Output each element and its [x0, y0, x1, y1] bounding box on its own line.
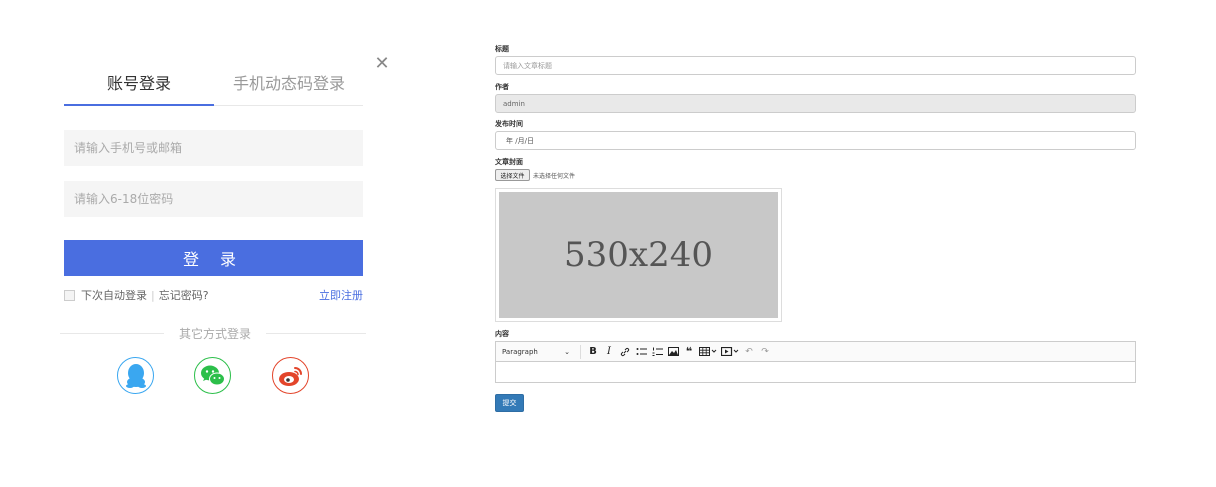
title-input[interactable]: 请输入文章标题: [495, 56, 1136, 75]
divider-left: [60, 333, 164, 334]
file-status: 未选择任何文件: [533, 173, 576, 180]
tab-phone-code-login[interactable]: 手机动态码登录: [214, 70, 364, 94]
title-placeholder: 请输入文章标题: [503, 61, 552, 70]
tab-account-login[interactable]: 账号登录: [64, 70, 214, 94]
qq-login-button[interactable]: [117, 357, 154, 394]
login-button[interactable]: 登 录: [64, 240, 363, 276]
image-icon[interactable]: [665, 344, 681, 360]
other-methods-label: 其它方式登录: [178, 327, 251, 341]
content-label: 内容: [495, 330, 509, 338]
wechat-icon: [200, 365, 225, 385]
submit-button[interactable]: 提交: [495, 394, 524, 412]
author-value: admin: [503, 99, 525, 108]
divider: |: [151, 288, 155, 302]
editor-content-area[interactable]: [495, 362, 1136, 383]
toolbar-separator: [580, 344, 581, 359]
date-label: 发布时间: [495, 120, 523, 128]
remember-row: 下次自动登录 | 忘记密码?: [64, 287, 209, 303]
divider-right: [266, 333, 366, 334]
italic-icon[interactable]: I: [601, 344, 617, 360]
redo-icon[interactable]: ↷: [757, 344, 773, 360]
undo-icon[interactable]: ↶: [741, 344, 757, 360]
chevron-down-icon: ⌄: [564, 347, 570, 356]
cover-preview: 530x240: [495, 188, 782, 322]
wechat-login-button[interactable]: [194, 357, 231, 394]
qq-icon: [125, 363, 146, 388]
password-input[interactable]: [64, 181, 363, 217]
date-value: 年 /月/日: [506, 136, 534, 145]
date-input[interactable]: 年 /月/日: [495, 131, 1136, 150]
choose-file-button[interactable]: 选择文件: [495, 169, 530, 181]
numbered-list-icon[interactable]: [649, 344, 665, 360]
editor-toolbar: Paragraph ⌄ B I ❝ ↶ ↷: [495, 341, 1136, 362]
blockquote-icon[interactable]: ❝: [681, 344, 697, 360]
cover-placeholder-image: 530x240: [499, 192, 778, 318]
bold-icon[interactable]: B: [585, 344, 601, 360]
forgot-password-link[interactable]: 忘记密码?: [159, 287, 209, 303]
bulleted-list-icon[interactable]: [633, 344, 649, 360]
register-link[interactable]: 立即注册: [319, 287, 363, 303]
remember-checkbox[interactable]: [64, 289, 75, 301]
close-icon[interactable]: ✕: [373, 55, 391, 73]
remember-label[interactable]: 下次自动登录: [81, 287, 147, 303]
author-label: 作者: [495, 83, 509, 91]
media-icon[interactable]: [719, 344, 741, 360]
active-tab-indicator: [64, 104, 214, 106]
table-icon[interactable]: [697, 344, 719, 360]
author-input: admin: [495, 94, 1136, 113]
format-select-value: Paragraph: [502, 347, 538, 356]
weibo-icon: [278, 366, 302, 386]
cover-label: 文章封面: [495, 158, 523, 166]
title-label: 标题: [495, 45, 509, 53]
weibo-login-button[interactable]: [272, 357, 309, 394]
username-input[interactable]: [64, 130, 363, 166]
format-select[interactable]: Paragraph ⌄: [502, 348, 576, 356]
link-icon[interactable]: [617, 344, 633, 360]
